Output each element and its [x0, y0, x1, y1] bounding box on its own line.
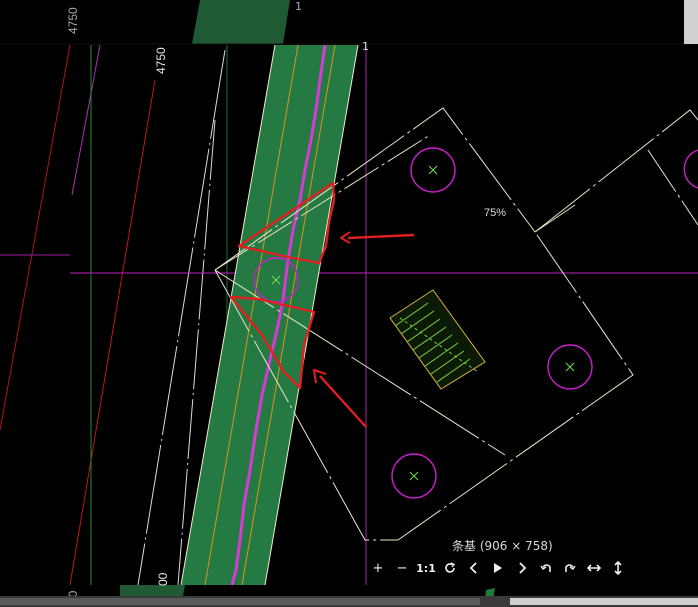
rotate-icon [445, 562, 456, 573]
image-viewer: 4750 4750 00 00 1 1 75% 条基 (906 × 758) +… [0, 0, 698, 607]
fit-height-icon [614, 561, 622, 575]
dimension-label-top: 4750 [66, 7, 80, 34]
zoom-in-button[interactable]: + [366, 558, 390, 578]
top-strip-region [0, 0, 698, 45]
grid-marker-top: 1 [295, 0, 302, 13]
fit-width-button[interactable] [582, 558, 606, 578]
chevron-right-icon [519, 562, 527, 574]
annotation-arrow-upper [340, 231, 415, 244]
right-outline-fragment [534, 204, 576, 233]
column-outline [389, 289, 486, 390]
undo-icon [540, 564, 551, 572]
annotation-arrow-lower [313, 369, 367, 428]
dimension-label-main: 4750 [154, 47, 168, 74]
horizontal-scrollbar[interactable] [0, 596, 698, 607]
play-icon [494, 563, 502, 573]
grid-marker-mid: 1 [362, 40, 369, 53]
adjacent-cap-outline [534, 109, 698, 233]
adjacent-cap-line [647, 149, 698, 226]
fit-height-button[interactable] [606, 558, 630, 578]
cad-drawing [0, 0, 698, 607]
rotate-button[interactable] [438, 558, 462, 578]
red-reference-line-1 [0, 44, 71, 431]
actual-size-button[interactable]: 1:1 [414, 558, 438, 578]
top-green-strip [192, 0, 290, 44]
minus-icon: − [396, 560, 408, 576]
viewer-toolbar: + − 1:1 [366, 558, 630, 578]
bottom-strip-remnant [120, 585, 185, 596]
zoom-indicator: 75% [484, 207, 507, 219]
redo-icon [565, 564, 576, 572]
scrollbar-track-dark [0, 598, 480, 605]
next-button[interactable] [510, 558, 534, 578]
vertical-scrollbar[interactable] [684, 0, 698, 44]
dimension-label-bottom: 00 [156, 572, 170, 586]
plus-icon: + [372, 560, 384, 576]
top-black-band [0, 0, 698, 44]
redo-button[interactable] [558, 558, 582, 578]
green-strip-foundation [181, 45, 358, 585]
chevron-left-icon [469, 562, 477, 574]
one-to-one-icon: 1:1 [416, 561, 436, 575]
image-caption: 条基 (906 × 758) [452, 539, 553, 553]
pile-edge-partial [683, 149, 698, 189]
scrollbar-thumb[interactable] [510, 598, 698, 605]
previous-button[interactable] [462, 558, 486, 578]
magenta-reference-line [71, 44, 101, 196]
undo-button[interactable] [534, 558, 558, 578]
play-button[interactable] [486, 558, 510, 578]
red-reference-line-2 [69, 79, 156, 586]
zoom-out-button[interactable]: − [390, 558, 414, 578]
fit-width-icon [587, 564, 601, 572]
column-hatch [389, 289, 486, 390]
